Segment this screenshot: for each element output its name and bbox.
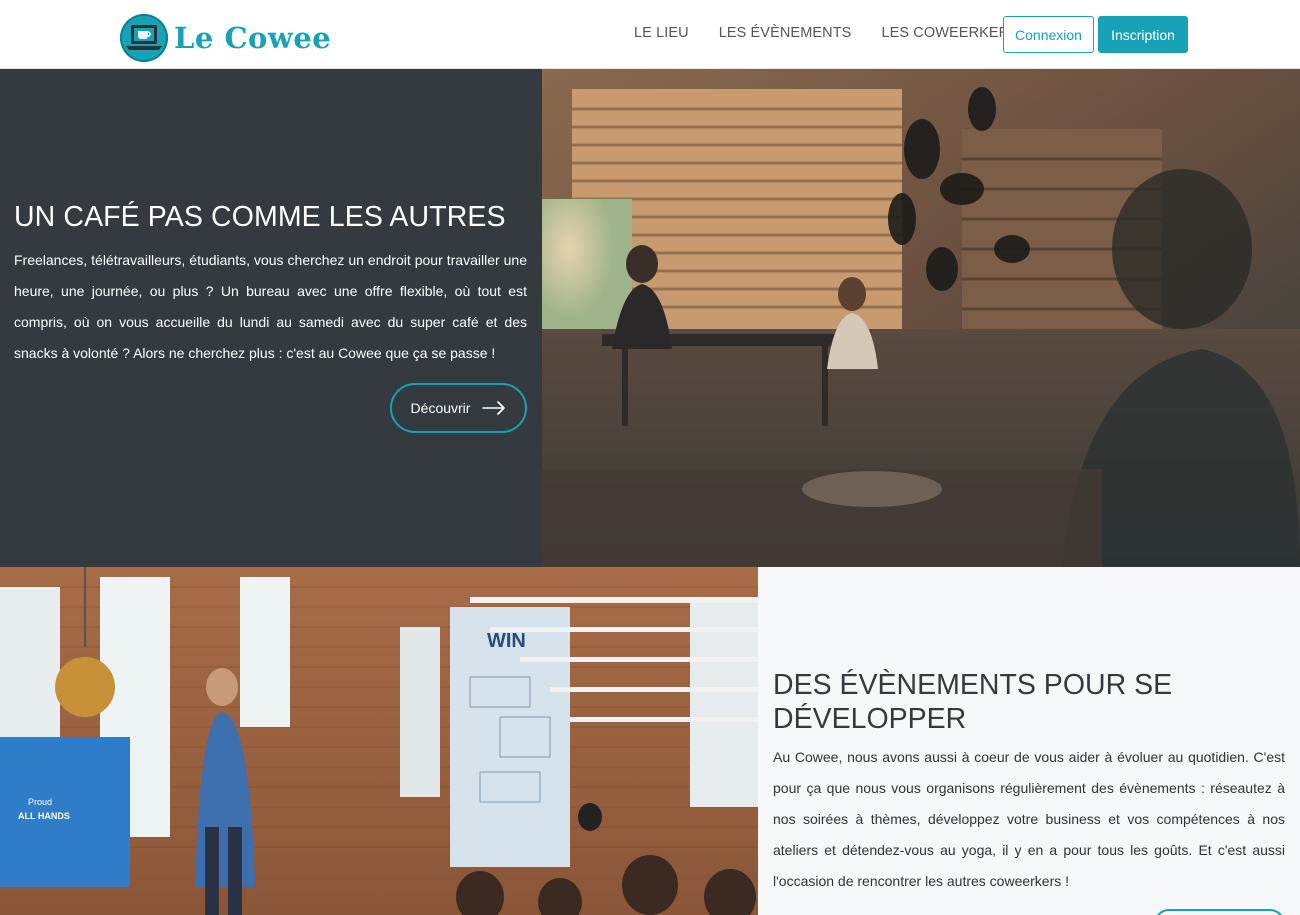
events-title: DES ÉVÈNEMENTS POUR SE DÉVELOPPER xyxy=(773,669,1173,735)
win-sign-text: WIN xyxy=(487,630,526,652)
login-button[interactable]: Connexion xyxy=(1003,16,1094,53)
signup-button[interactable]: Inscription xyxy=(1098,16,1188,53)
nav-link-evenements[interactable]: LES ÉVÈNEMENTS xyxy=(719,25,852,41)
nav-link-le-lieu[interactable]: LE LIEU xyxy=(634,25,689,41)
events-section: WIN Proud ALL HANDS DES ÉVÈNEMENTS POUR … xyxy=(0,567,1300,915)
cafe-interior-photo xyxy=(542,69,1300,567)
hero-description: Freelances, télétravailleurs, étudiants,… xyxy=(14,252,527,361)
discover-button-label: Découvrir xyxy=(410,400,471,416)
screen-text-line2: ALL HANDS xyxy=(18,811,70,821)
laptop-cup-icon xyxy=(120,14,168,62)
arrow-right-icon xyxy=(482,401,506,415)
screen-text-line1: Proud xyxy=(28,797,52,807)
events-text-panel: DES ÉVÈNEMENTS POUR SE DÉVELOPPER Au Cow… xyxy=(758,567,1300,915)
event-presentation-photo: WIN Proud ALL HANDS xyxy=(0,567,758,915)
hero-section: UN CAFÉ PAS COMME LES AUTRES Freelances,… xyxy=(0,69,1300,567)
discover-button[interactable]: Découvrir xyxy=(390,383,527,433)
brand-name: Le Cowee xyxy=(174,21,332,55)
events-description: Au Cowee, nous avons aussi à coeur de vo… xyxy=(773,749,1285,889)
brand-logo[interactable]: Le Cowee xyxy=(120,13,331,63)
hero-title: UN CAFÉ PAS COMME LES AUTRES xyxy=(14,201,506,233)
navbar: Le Cowee LE LIEU LES ÉVÈNEMENTS LES COWE… xyxy=(0,0,1300,69)
main-nav: LE LIEU LES ÉVÈNEMENTS LES COWEERKERS xyxy=(634,25,1049,41)
events-discover-button[interactable] xyxy=(1154,909,1285,915)
nav-link-coweerkers[interactable]: LES COWEERKERS xyxy=(881,25,1019,41)
hero-text-panel: UN CAFÉ PAS COMME LES AUTRES Freelances,… xyxy=(0,69,542,567)
